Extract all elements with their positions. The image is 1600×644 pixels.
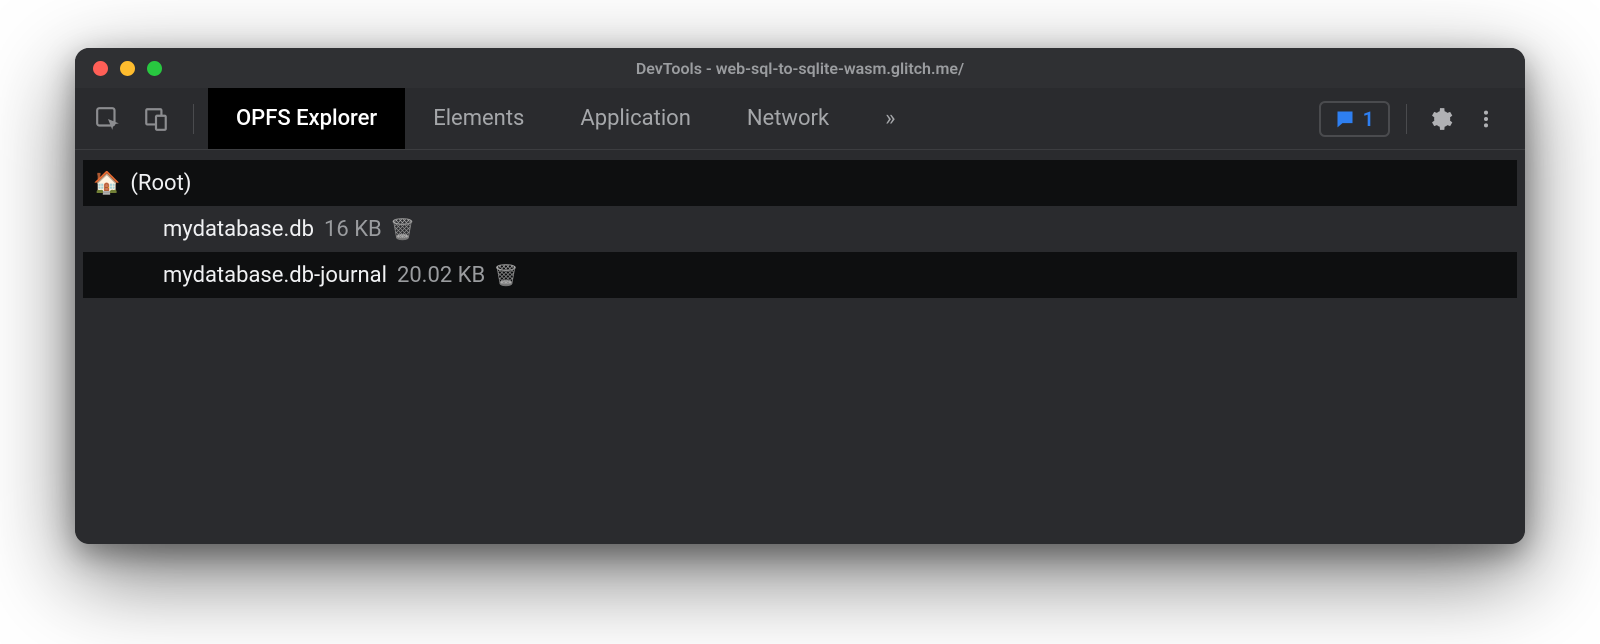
zoom-window-button[interactable]: [147, 61, 162, 76]
tab-network[interactable]: Network: [719, 88, 857, 149]
inspect-element-icon[interactable]: [93, 104, 123, 134]
tab-elements[interactable]: Elements: [405, 88, 552, 149]
overflow-label: »: [885, 106, 895, 131]
home-icon: 🏠: [93, 171, 120, 196]
tree-root[interactable]: 🏠 (Root): [83, 160, 1517, 206]
devtools-window: DevTools - web-sql-to-sqlite-wasm.glitch…: [75, 48, 1525, 544]
toolbar-right: 1: [1319, 88, 1517, 149]
minimize-window-button[interactable]: [120, 61, 135, 76]
file-name: mydatabase.db-journal: [163, 263, 387, 288]
close-window-button[interactable]: [93, 61, 108, 76]
more-options-button[interactable]: [1469, 102, 1503, 136]
panel-tabs: OPFS Explorer Elements Application Netwo…: [208, 88, 923, 149]
tree-file-row[interactable]: mydatabase.db 16 KB 🗑️: [83, 206, 1517, 252]
file-name: mydatabase.db: [163, 217, 314, 242]
window-controls: [93, 61, 162, 76]
opfs-tree: 🏠 (Root) mydatabase.db 16 KB 🗑️ mydataba…: [75, 150, 1525, 544]
settings-button[interactable]: [1423, 102, 1457, 136]
device-toolbar-icon[interactable]: [141, 104, 171, 134]
tab-label: Application: [580, 106, 690, 131]
root-label: (Root): [130, 171, 191, 196]
window-title: DevTools - web-sql-to-sqlite-wasm.glitch…: [75, 59, 1525, 78]
tab-opfs-explorer[interactable]: OPFS Explorer: [208, 88, 405, 149]
tabs-overflow-button[interactable]: »: [857, 88, 923, 149]
chat-icon: [1335, 109, 1355, 129]
toolbar-left: [83, 88, 208, 149]
tab-label: OPFS Explorer: [236, 106, 377, 131]
tab-label: Elements: [433, 106, 524, 131]
gear-icon: [1427, 106, 1453, 132]
issues-button[interactable]: 1: [1319, 101, 1390, 137]
titlebar: DevTools - web-sql-to-sqlite-wasm.glitch…: [75, 48, 1525, 88]
delete-file-button[interactable]: 🗑️: [495, 264, 517, 286]
toolbar: OPFS Explorer Elements Application Netwo…: [75, 88, 1525, 150]
file-size: 20.02 KB: [397, 263, 485, 288]
kebab-icon: [1475, 108, 1497, 130]
issues-count: 1: [1363, 107, 1374, 131]
separator: [1406, 104, 1407, 134]
delete-file-button[interactable]: 🗑️: [392, 218, 414, 240]
file-size: 16 KB: [324, 217, 382, 242]
tree-file-row[interactable]: mydatabase.db-journal 20.02 KB 🗑️: [83, 252, 1517, 298]
tab-label: Network: [747, 106, 829, 131]
separator: [193, 104, 194, 134]
tab-application[interactable]: Application: [552, 88, 718, 149]
